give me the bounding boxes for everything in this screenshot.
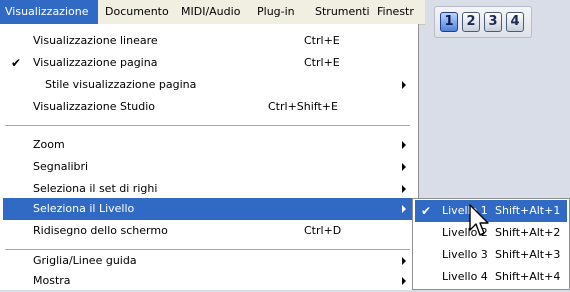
menu-item-shortcut: Ctrl+Shift+E [268,100,338,113]
seleziona-livello-submenu: ✔ Livello 1 Shift+Alt+1 Livello 2 Shift+… [412,198,570,290]
menu-item-mostra[interactable]: Mostra [3,270,412,292]
menu-item-visualizzazione-studio[interactable]: Visualizzazione Studio Ctrl+Shift+E [3,96,412,118]
menu-item-stile-visualizzazione-pagina[interactable]: Stile visualizzazione pagina [3,74,412,96]
menu-item-shortcut: Ctrl+E [304,56,340,69]
menu-item-label: Ridisegno dello schermo [33,224,168,237]
submenu-arrow-icon [402,81,406,89]
submenu-item-livello-4[interactable]: Livello 4 Shift+Alt+4 [415,266,567,288]
check-icon: ✔ [11,56,22,70]
menu-item-label: Segnalibri [33,160,89,173]
mouse-pointer-icon [469,204,489,236]
menu-documento[interactable]: Documento [100,0,174,24]
submenu-item-label: Livello 4 [442,270,488,283]
menu-item-seleziona-livello[interactable]: Seleziona il Livello [3,198,412,220]
submenu-arrow-icon [402,257,406,265]
level-4-button[interactable]: 4 [506,12,524,32]
submenu-item-shortcut: Shift+Alt+2 [495,226,561,239]
submenu-arrow-icon [402,205,406,213]
menu-midi-audio[interactable]: MIDI/Audio [176,0,245,24]
menu-finestra[interactable]: Finestr [372,0,419,24]
submenu-item-shortcut: Shift+Alt+4 [495,270,561,283]
menu-item-shortcut: Ctrl+E [304,34,340,47]
menu-item-label: Seleziona il set di righi [33,182,158,195]
menu-item-shortcut: Ctrl+D [304,224,342,237]
level-3-button[interactable]: 3 [484,12,502,32]
menu-bar: Visualizzazione Documento MIDI/Audio Plu… [0,0,425,25]
menu-item-label: Mostra [33,274,71,287]
level-2-button[interactable]: 2 [462,12,480,32]
submenu-arrow-icon [402,277,406,285]
menu-item-label: Visualizzazione lineare [33,34,158,47]
submenu-arrow-icon [402,141,406,149]
visualizzazione-dropdown: Visualizzazione lineare Ctrl+E ✔ Visuali… [0,24,419,290]
menu-plug-in[interactable]: Plug-in [252,0,300,24]
submenu-item-livello-3[interactable]: Livello 3 Shift+Alt+3 [415,244,567,266]
menu-item-zoom[interactable]: Zoom [3,134,412,156]
menu-visualizzazione[interactable]: Visualizzazione [0,0,98,24]
menu-item-visualizzazione-lineare[interactable]: Visualizzazione lineare Ctrl+E [3,30,412,52]
menu-item-griglia-linee-guida[interactable]: Griglia/Linee guida [3,250,412,272]
menu-strumenti[interactable]: Strumenti [310,0,375,24]
check-icon: ✔ [421,204,432,218]
menu-item-label: Visualizzazione pagina [33,56,158,69]
submenu-item-livello-1[interactable]: ✔ Livello 1 Shift+Alt+1 [415,200,567,222]
submenu-item-label: Livello 3 [442,248,488,261]
menu-item-label: Zoom [33,138,65,151]
menu-item-segnalibri[interactable]: Segnalibri [3,156,412,178]
menu-separator [5,125,410,126]
menu-item-label: Griglia/Linee guida [33,254,137,267]
menu-item-label: Stile visualizzazione pagina [45,78,197,91]
menu-item-visualizzazione-pagina[interactable]: ✔ Visualizzazione pagina Ctrl+E [3,52,412,74]
level-1-button[interactable]: 1 [440,12,458,32]
menu-item-seleziona-set-di-righi[interactable]: Seleziona il set di righi [3,178,412,200]
submenu-item-shortcut: Shift+Alt+1 [495,204,561,217]
menu-item-label: Seleziona il Livello [33,202,135,215]
level-toolbar: 1 2 3 4 [434,6,532,38]
menu-item-ridisegno-schermo[interactable]: Ridisegno dello schermo Ctrl+D [3,220,412,242]
submenu-item-shortcut: Shift+Alt+3 [495,248,561,261]
submenu-arrow-icon [402,185,406,193]
menu-item-label: Visualizzazione Studio [33,100,156,113]
submenu-item-livello-2[interactable]: Livello 2 Shift+Alt+2 [415,222,567,244]
submenu-arrow-icon [402,163,406,171]
